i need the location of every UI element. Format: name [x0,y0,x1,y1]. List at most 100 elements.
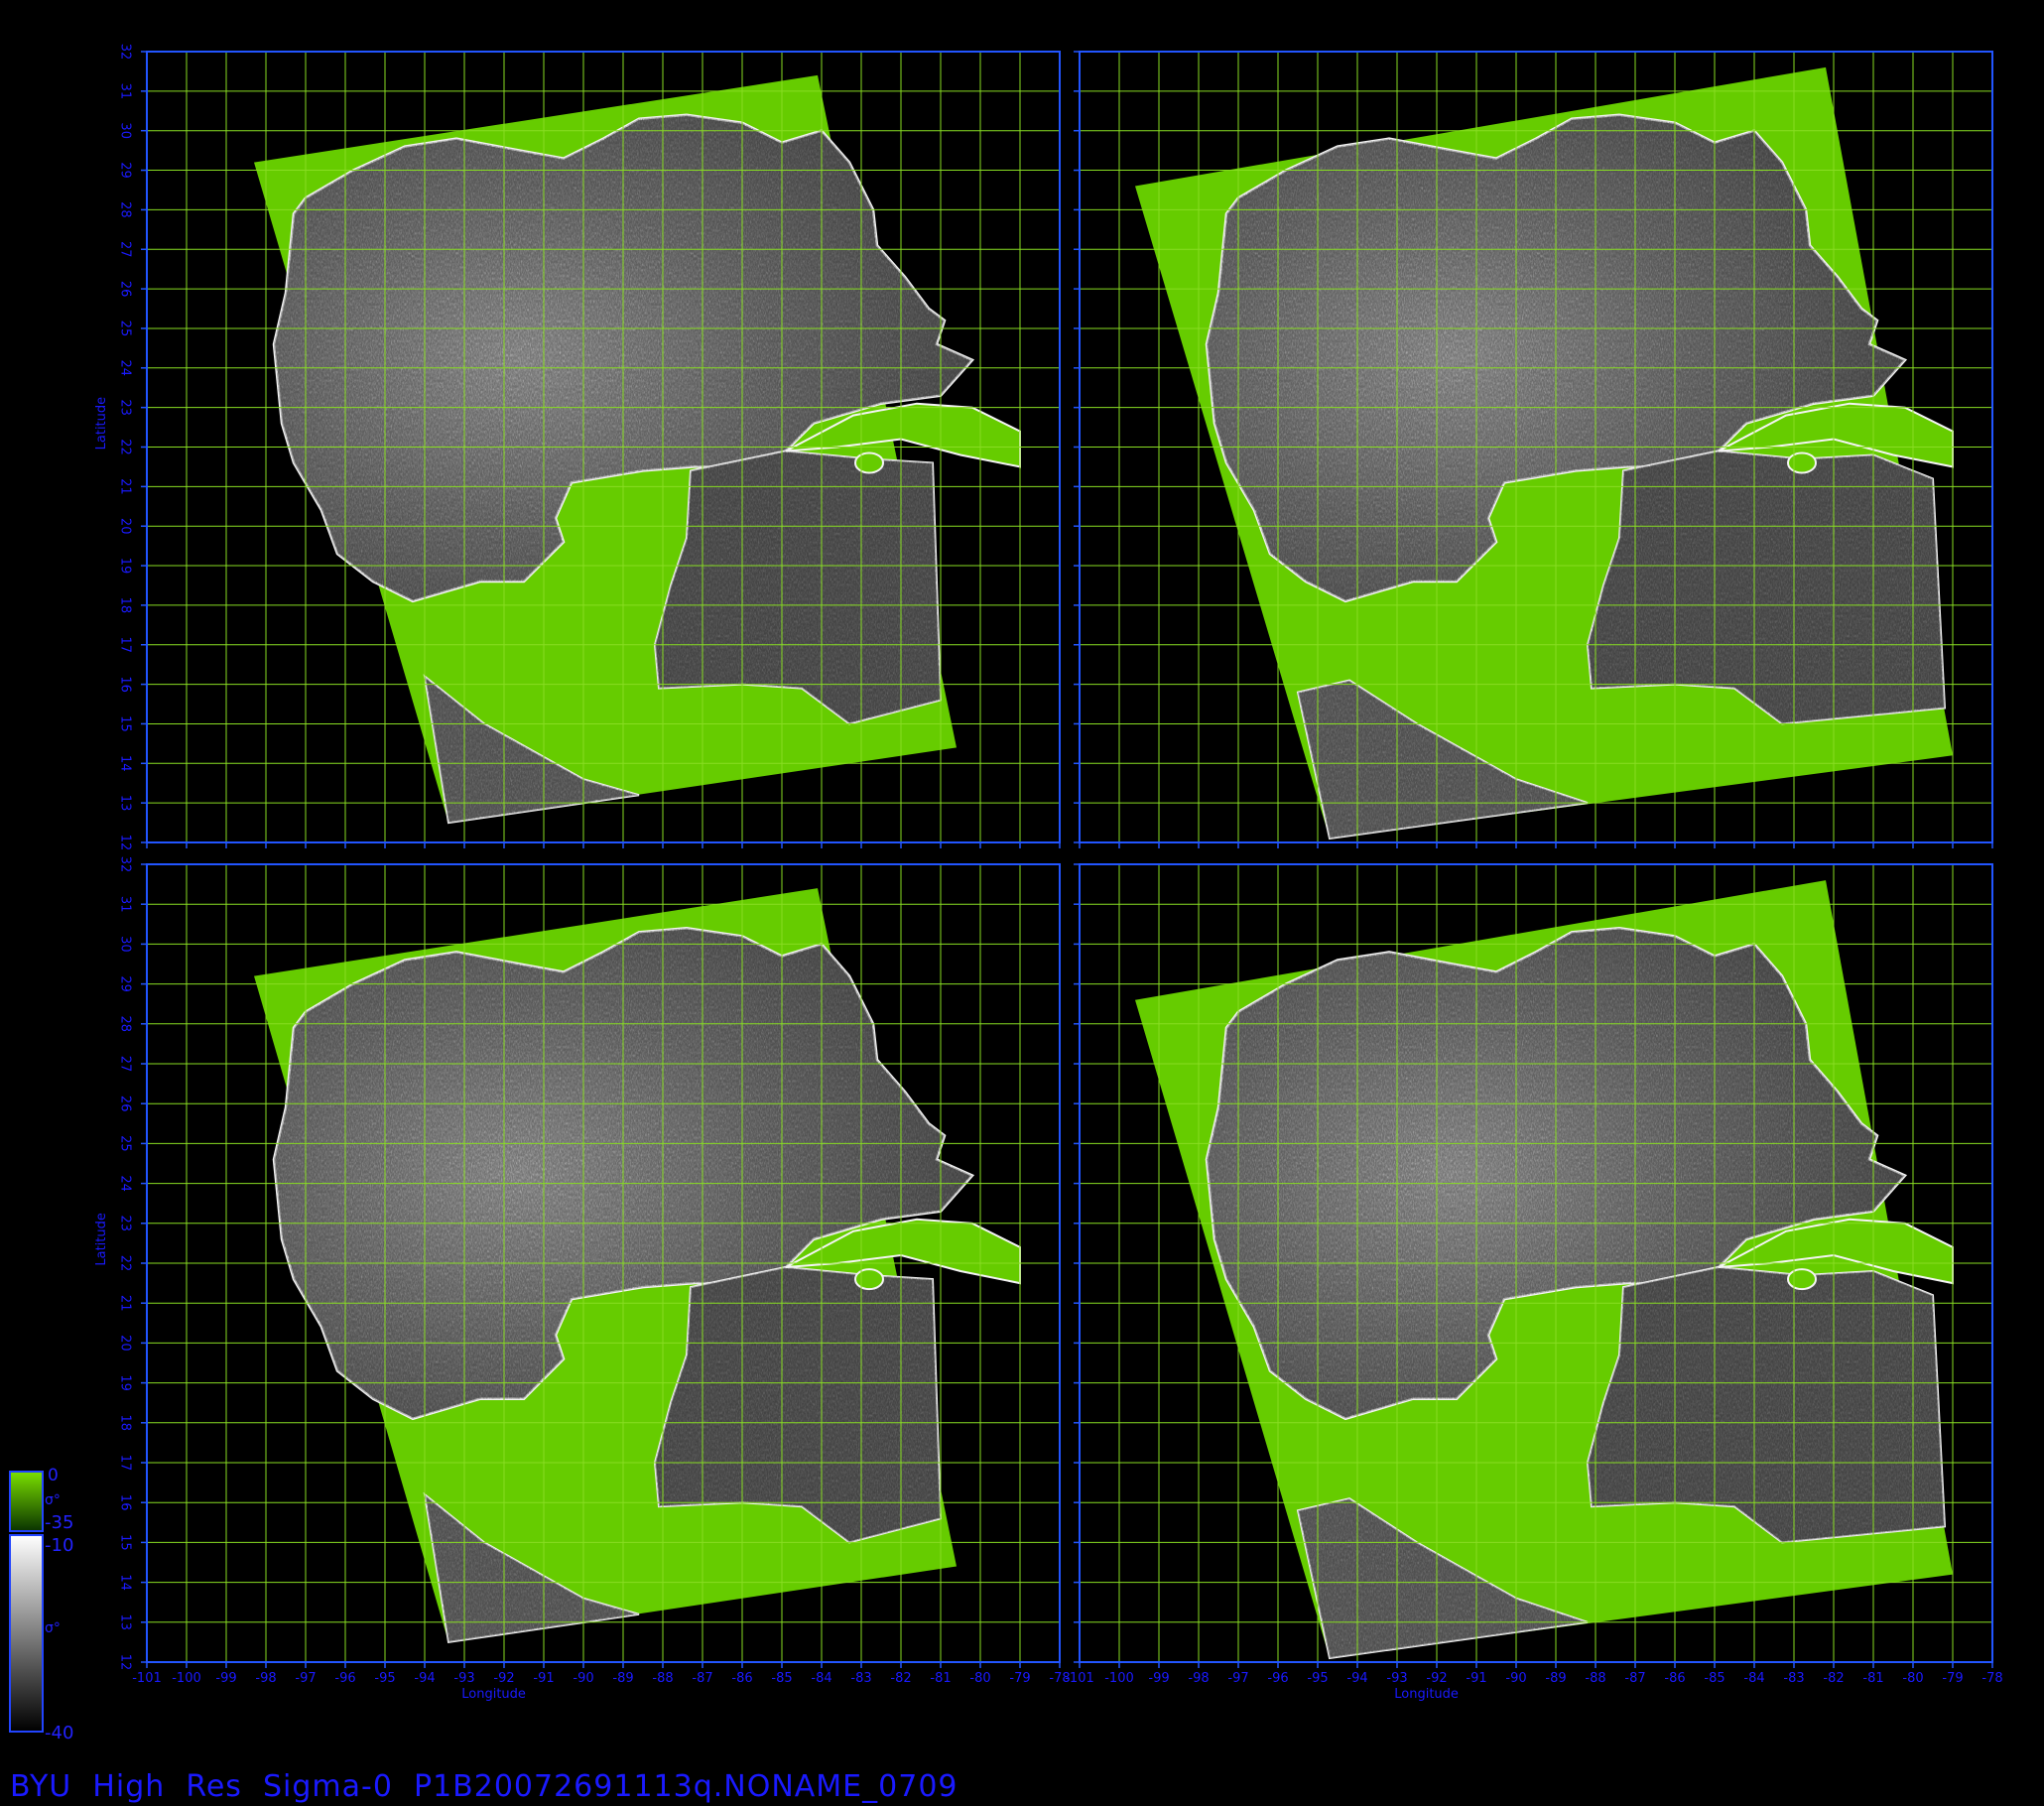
lat-tick-label: 16 [118,676,133,693]
lon-tick-label: -80 [1902,1671,1923,1686]
lon-tick-label: -94 [1346,1671,1367,1686]
lat-tick-label: 20 [118,1335,133,1352]
lon-tick-label: -94 [414,1671,435,1686]
lat-tick-label: 22 [118,1255,133,1272]
colorbar-sea-symbol: σ° [45,1620,61,1636]
lat-tick-label: 19 [118,1374,133,1391]
lon-tick-label: -89 [1545,1671,1566,1686]
longitude-axis-label: Longitude [461,1687,526,1702]
lat-tick-label: 32 [118,856,133,873]
lat-tick-label: 29 [118,975,133,992]
lon-tick-label: -79 [1942,1671,1963,1686]
lon-tick-label: -98 [255,1671,276,1686]
colorbar-sea-segment [9,1534,44,1733]
lat-tick-label: 24 [118,360,133,377]
lon-tick-label: -89 [612,1671,633,1686]
lat-tick-label: 13 [118,1614,133,1631]
lon-tick-label: -81 [1862,1671,1883,1686]
colorbar: 0 σ° -35 -10 σ° -40 [9,1466,73,1743]
lon-tick-label: -82 [1823,1671,1844,1686]
lon-tick-label: -92 [1426,1671,1447,1686]
lon-tick-label: -81 [930,1671,951,1686]
lat-tick-label: 23 [118,399,133,416]
lon-tick-label: -87 [1624,1671,1645,1686]
latitude-axis-label: Latitude [94,397,109,451]
lon-tick-label: -86 [1664,1671,1685,1686]
lon-tick-label: -97 [1227,1671,1248,1686]
caribbean-texture [1588,451,1945,724]
lat-tick-label: 15 [118,715,133,732]
lon-tick-label: -93 [1386,1671,1407,1686]
lon-tick-label: -87 [692,1671,712,1686]
lat-tick-label: 20 [118,518,133,535]
lat-tick-label: 12 [118,835,133,851]
lat-tick-label: 17 [118,636,133,653]
lat-tick-label: 28 [118,201,133,218]
graticule [1079,51,1993,843]
lon-tick-label: -85 [771,1671,792,1686]
lat-tick-label: 25 [118,321,133,337]
graticule [146,51,1061,843]
lat-tick-label: 27 [118,1056,133,1073]
isle-of-youth-land [854,452,884,474]
lat-tick-label: 22 [118,439,133,455]
lon-tick-label: -91 [1466,1671,1486,1686]
lat-tick-label: 31 [118,83,133,100]
lat-tick-label: 30 [118,122,133,139]
lon-tick-label: -90 [573,1671,593,1686]
lat-tick-label: 16 [118,1494,133,1511]
isle-of-youth-land [854,1268,884,1291]
lat-tick-label: 18 [118,1415,133,1432]
lat-tick-label: 24 [118,1175,133,1192]
lon-tick-label: -88 [652,1671,673,1686]
lat-tick-label: 17 [118,1455,133,1472]
lat-tick-label: 23 [118,1216,133,1232]
lon-tick-label: -95 [374,1671,395,1686]
lat-tick-label: 29 [118,162,133,179]
colorbar-land-min: -35 [45,1512,73,1533]
lon-tick-label: -91 [533,1671,554,1686]
lat-tick-label: 25 [118,1135,133,1152]
lat-tick-label: 26 [118,281,133,298]
caribbean-texture [655,1267,941,1543]
lat-tick-label: 21 [118,478,133,495]
lon-tick-label: -101 [1065,1671,1094,1686]
longitude-axis-label: Longitude [1394,1687,1459,1702]
graticule [146,863,1061,1663]
colorbar-sea-max: -10 [45,1535,73,1556]
caribbean-texture [655,451,941,724]
lat-tick-label: 30 [118,936,133,953]
lon-tick-label: -90 [1505,1671,1526,1686]
lat-tick-label: 26 [118,1096,133,1112]
graticule [1079,863,1993,1663]
lon-tick-label: -92 [493,1671,514,1686]
figure-caption: BYU High Res Sigma-0 P1B20072691113q.NON… [10,1769,958,1804]
colorbar-land-segment [9,1471,44,1532]
lat-tick-label: 27 [118,241,133,258]
lat-tick-label: 28 [118,1016,133,1033]
lon-tick-label: -85 [1704,1671,1725,1686]
lat-tick-label: 19 [118,558,133,575]
lon-tick-label: -84 [1743,1671,1764,1686]
lon-tick-label: -93 [453,1671,474,1686]
lat-tick-label: 14 [118,1574,133,1591]
lon-tick-label: -99 [1148,1671,1169,1686]
map-panel-bottom-right: -101 -100 -99 -98 -97 -96 -95 -94 -93 -92 -91 -90 -8… [1065,863,2003,1702]
lat-tick-label: 13 [118,795,133,812]
map-panel-top-right [1074,51,1993,848]
lon-tick-label: -99 [215,1671,236,1686]
lon-tick-label: -88 [1585,1671,1605,1686]
lon-tick-label: -86 [731,1671,752,1686]
lon-tick-label: -82 [890,1671,911,1686]
lon-tick-label: -96 [334,1671,355,1686]
lon-tick-label: -100 [172,1671,201,1686]
lon-tick-label: -101 [132,1671,162,1686]
lon-tick-label: -100 [1104,1671,1134,1686]
colorbar-land-symbol: σ° [45,1492,61,1508]
lat-tick-label: 14 [118,755,133,772]
caribbean-texture [1588,1267,1945,1543]
lon-tick-label: -84 [811,1671,831,1686]
lat-tick-label: 15 [118,1534,133,1551]
lon-tick-label: -83 [850,1671,871,1686]
lon-tick-label: -97 [295,1671,316,1686]
